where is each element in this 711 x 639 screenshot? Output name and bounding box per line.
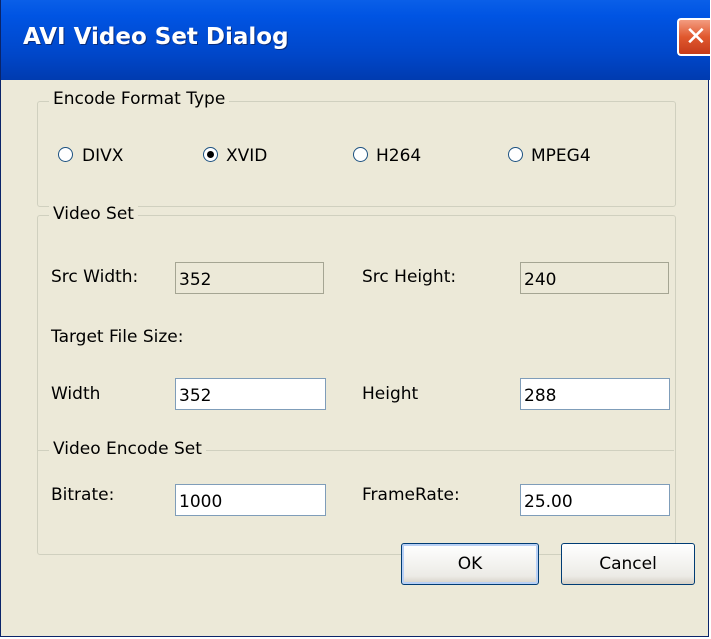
radio-h264[interactable] [353, 147, 368, 162]
src-height-label: Src Height: [362, 267, 457, 287]
radio-h264-label[interactable]: H264 [376, 146, 421, 166]
close-icon: ✕ [685, 22, 707, 52]
bitrate-input[interactable]: 1000 [175, 484, 326, 516]
cancel-button[interactable]: Cancel [561, 543, 695, 585]
radio-divx[interactable] [58, 147, 73, 162]
title-bar[interactable]: AVI Video Set Dialog ✕ [1, 0, 710, 80]
window-title: AVI Video Set Dialog [23, 24, 289, 50]
video-set-legend: Video Set [49, 204, 138, 224]
radio-xvid[interactable] [203, 147, 218, 162]
dialog-client-area: Encode Format Type DIVX XVID H264 MPEG4 … [4, 80, 707, 634]
width-input[interactable]: 352 [175, 378, 326, 410]
radio-mpeg4[interactable] [508, 147, 523, 162]
src-height-field: 240 [520, 262, 669, 294]
encode-format-legend: Encode Format Type [49, 89, 230, 109]
src-width-field: 352 [175, 262, 324, 294]
radio-divx-label[interactable]: DIVX [82, 146, 123, 166]
framerate-input[interactable]: 25.00 [520, 484, 670, 516]
encode-set-legend: Video Encode Set [49, 439, 206, 459]
dialog-window: AVI Video Set Dialog ✕ Encode Format Typ… [0, 0, 710, 637]
width-label: Width [51, 384, 101, 404]
bitrate-label: Bitrate: [51, 485, 115, 505]
target-file-size-label: Target File Size: [51, 327, 184, 347]
ok-button[interactable]: OK [401, 543, 539, 585]
framerate-label: FrameRate: [362, 485, 460, 505]
close-button[interactable]: ✕ [677, 18, 710, 56]
radio-mpeg4-label[interactable]: MPEG4 [531, 146, 591, 166]
src-width-label: Src Width: [51, 267, 139, 287]
height-label: Height [362, 384, 419, 404]
height-input[interactable]: 288 [520, 378, 670, 410]
radio-xvid-label[interactable]: XVID [226, 146, 267, 166]
